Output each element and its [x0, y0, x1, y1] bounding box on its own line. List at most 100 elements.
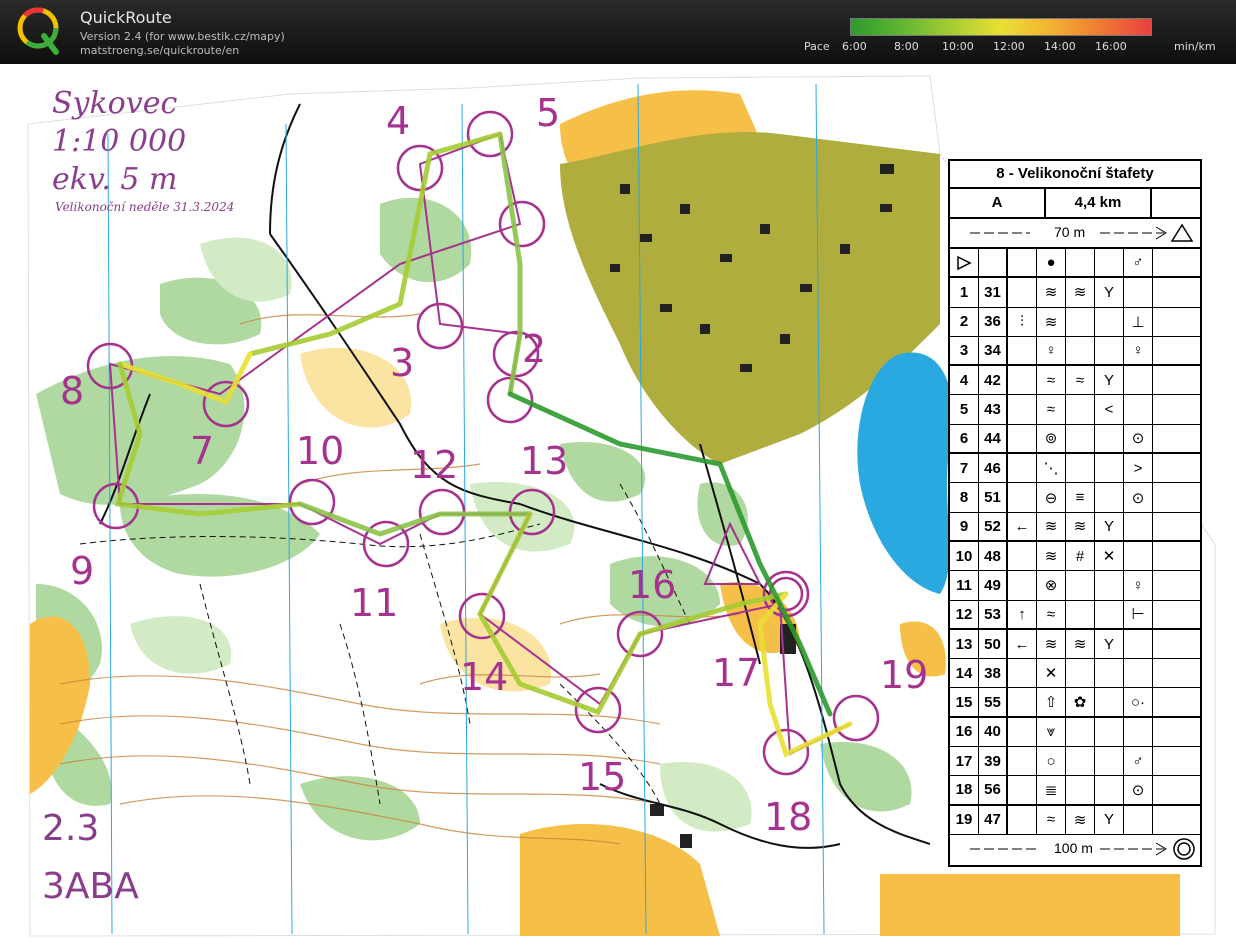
control-row: 15 55 ⇧ ✿ ○· — [950, 688, 1200, 718]
control-symbol — [1008, 395, 1037, 424]
control-symbol — [1008, 366, 1037, 395]
control-symbol: ✕ — [1095, 541, 1124, 571]
control-code: 47 — [979, 805, 1008, 834]
control-code: 44 — [979, 424, 1008, 453]
control-symbol — [1066, 336, 1095, 365]
control-label: 15 — [578, 755, 626, 799]
control-symbol — [1095, 307, 1124, 336]
control-symbol — [1124, 395, 1153, 424]
control-symbol — [1066, 571, 1095, 600]
control-symbol: ⊙ — [1124, 776, 1153, 804]
control-row: 10 48 ≋ # ✕ — [950, 541, 1200, 572]
control-number: 5 — [950, 395, 979, 424]
control-code: 46 — [979, 454, 1008, 483]
control-symbol: Y — [1095, 278, 1124, 307]
control-symbol: ♀ — [1124, 571, 1153, 600]
control-symbol — [1095, 717, 1124, 747]
control-symbol — [1008, 336, 1037, 365]
control-extra — [1153, 454, 1200, 482]
control-row: 4 42 ≈ ≈ Y — [950, 366, 1200, 396]
map-name: Sykovec — [52, 86, 178, 121]
control-symbol — [1066, 659, 1095, 688]
control-symbol — [1124, 659, 1153, 688]
control-extra — [1153, 337, 1200, 364]
start-triangle-icon — [950, 249, 979, 277]
control-row: 5 43 ≈ < — [950, 395, 1200, 425]
control-extra — [1153, 659, 1200, 687]
control-symbol: Y — [1095, 805, 1124, 834]
control-label: 8 — [60, 369, 84, 413]
control-symbol — [1008, 747, 1037, 776]
control-symbol — [1008, 483, 1037, 512]
event-date: Velikonoční neděle 31.3.2024 — [55, 200, 235, 214]
quickroute-window: QuickRoute Version 2.4 (for www.bestik.c… — [0, 0, 1236, 938]
pace-tick: 14:00 — [1044, 40, 1076, 53]
control-row: 1 31 ≋ ≋ Y — [950, 278, 1200, 308]
control-code: 42 — [979, 366, 1008, 395]
control-symbol: Y — [1095, 629, 1124, 659]
control-extra — [1153, 688, 1200, 715]
control-symbol: ⊗ — [1037, 571, 1066, 600]
control-symbol: ≈ — [1037, 600, 1066, 628]
control-description-sheet: 8 - Velikonoční štafety A 4,4 km 70 m ● … — [948, 159, 1202, 867]
control-row: 17 39 ○ ♂ — [950, 747, 1200, 777]
control-symbol — [1008, 776, 1037, 804]
control-symbol: ≈ — [1037, 395, 1066, 424]
dot-icon: ● — [1037, 249, 1066, 277]
course-info: A 4,4 km — [950, 189, 1200, 219]
control-code: 52 — [979, 512, 1008, 540]
control-code: 50 — [979, 629, 1008, 659]
control-symbol: ≋ — [1066, 512, 1095, 540]
control-symbol: ⊙ — [1124, 483, 1153, 512]
control-symbol: ♂ — [1124, 747, 1153, 776]
position-icon: ♂ — [1124, 249, 1153, 277]
control-row: 6 44 ⊚ ⊙ — [950, 424, 1200, 455]
course-climb — [1152, 189, 1200, 217]
pace-unit: min/km — [1174, 40, 1216, 53]
control-symbol — [1008, 571, 1037, 600]
pace-tick: 10:00 — [942, 40, 974, 53]
control-symbol: ≋ — [1066, 629, 1095, 659]
control-number: 11 — [950, 571, 979, 600]
control-extra — [1153, 542, 1200, 570]
control-code: 34 — [979, 336, 1008, 365]
control-symbol — [1008, 717, 1037, 747]
control-code: 40 — [979, 717, 1008, 747]
control-label: 5 — [536, 91, 560, 135]
control-number: 6 — [950, 424, 979, 453]
control-label: 3 — [390, 341, 414, 385]
control-number: 15 — [950, 688, 979, 716]
control-symbol: ≣ — [1037, 776, 1066, 804]
control-symbol: Y — [1095, 512, 1124, 540]
control-extra — [1153, 806, 1200, 834]
pace-tick: 8:00 — [894, 40, 919, 53]
control-symbol: ← — [1008, 629, 1037, 659]
control-symbol: ⊥ — [1124, 307, 1153, 336]
control-row: 16 40 ⩔ — [950, 717, 1200, 748]
control-symbol: ≋ — [1037, 512, 1066, 540]
control-row: 18 56 ≣ ⊙ — [950, 776, 1200, 806]
control-symbol — [1008, 659, 1037, 688]
control-symbol: ✕ — [1037, 659, 1066, 688]
app-url[interactable]: matstroeng.se/quickroute/en — [80, 44, 239, 57]
control-symbol: ⩔ — [1037, 717, 1066, 747]
control-code: 38 — [979, 659, 1008, 688]
control-symbol — [1124, 629, 1153, 659]
control-label: 10 — [296, 429, 344, 473]
control-extra — [1153, 395, 1200, 423]
control-code: 56 — [979, 776, 1008, 804]
control-number: 9 — [950, 512, 979, 540]
control-label: 2 — [522, 327, 546, 371]
finish-distance-row: 100 m — [950, 835, 1200, 865]
control-symbol: ≋ — [1037, 307, 1066, 336]
control-symbol: ≋ — [1037, 541, 1066, 571]
control-number: 2 — [950, 307, 979, 336]
control-symbol — [1095, 747, 1124, 776]
control-symbol: ≈ — [1037, 366, 1066, 395]
control-symbol: ⊚ — [1037, 424, 1066, 453]
control-symbol — [1095, 600, 1124, 628]
control-symbol — [1066, 395, 1095, 424]
control-symbol: ≋ — [1037, 629, 1066, 659]
control-symbol: # — [1066, 541, 1095, 571]
finish-distance: 100 m — [1054, 839, 1093, 856]
